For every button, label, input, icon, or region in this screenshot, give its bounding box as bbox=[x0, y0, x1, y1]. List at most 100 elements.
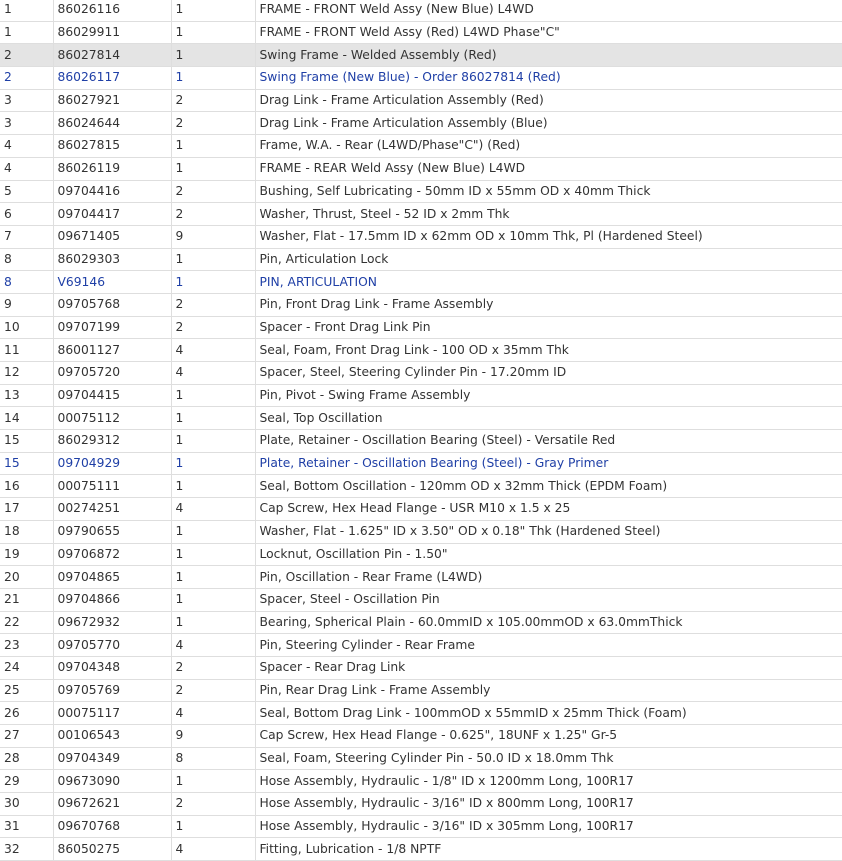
table-row[interactable]: 8 86029303 1 Pin, Articulation Lock bbox=[0, 248, 842, 272]
description-cell: Fitting, Lubrication - 1/8 NPTF bbox=[255, 837, 842, 861]
part-number-cell: 09704866 bbox=[53, 588, 172, 612]
description-cell: Spacer - Rear Drag Link bbox=[255, 656, 842, 680]
ref-cell: 25 bbox=[0, 679, 54, 703]
part-number-cell: 09672621 bbox=[53, 792, 172, 816]
table-row[interactable]: 4 86026119 1 FRAME - REAR Weld Assy (New Bl… bbox=[0, 157, 842, 181]
table-row[interactable]: 1 86026116 1 FRAME - FRONT Weld Assy (New B… bbox=[0, 0, 842, 22]
ref-cell: 2 bbox=[0, 43, 54, 68]
part-number-cell: 00106543 bbox=[53, 724, 172, 748]
table-row[interactable]: 14 00075112 1 Seal, Top Oscillation bbox=[0, 406, 842, 431]
table-row[interactable]: 32 86050275 4 Fitting, Lubrication - 1/8 NP… bbox=[0, 837, 842, 861]
description-cell: Seal, Top Oscillation bbox=[255, 406, 842, 431]
part-number-cell: 86026119 bbox=[53, 157, 172, 181]
description-cell: Pin, Steering Cylinder - Rear Frame bbox=[255, 633, 842, 657]
table-row[interactable]: 17 00274251 4 Cap Screw, Hex Head Flange - … bbox=[0, 497, 842, 521]
description-cell: Pin, Articulation Lock bbox=[255, 248, 842, 272]
part-number-cell: 86026117 bbox=[53, 66, 172, 90]
part-number-cell: 09706872 bbox=[53, 543, 172, 567]
ref-cell: 3 bbox=[0, 89, 54, 113]
table-row[interactable]: 23 09705770 4 Pin, Steering Cylinder - Rear… bbox=[0, 633, 842, 657]
description-cell: Bearing, Spherical Plain - 60.0mmID x 10… bbox=[255, 611, 842, 635]
qty-cell: 2 bbox=[171, 111, 256, 136]
table-row[interactable]: 22 09672932 1 Bearing, Spherical Plain - 60… bbox=[0, 611, 842, 635]
description-cell: Swing Frame - Welded Assembly (Red) bbox=[255, 43, 842, 68]
ref-cell: 4 bbox=[0, 134, 54, 158]
table-row[interactable]: 9 09705768 2 Pin, Front Drag Link - Frame A… bbox=[0, 293, 842, 317]
part-number-cell: 09705769 bbox=[53, 679, 172, 703]
table-row[interactable]: 16 00075111 1 Seal, Bottom Oscillation - 12… bbox=[0, 474, 842, 499]
part-number-cell: 86027815 bbox=[53, 134, 172, 158]
qty-cell: 1 bbox=[171, 134, 256, 158]
qty-cell: 2 bbox=[171, 316, 256, 340]
description-cell: Spacer, Steel - Oscillation Pin bbox=[255, 588, 842, 612]
ref-cell: 27 bbox=[0, 724, 54, 748]
part-number-cell: 09704865 bbox=[53, 565, 172, 589]
table-row[interactable]: 11 86001127 4 Seal, Foam, Front Drag Link -… bbox=[0, 338, 842, 362]
part-number-cell: 00274251 bbox=[53, 497, 172, 521]
part-number-cell: 86027921 bbox=[53, 89, 172, 113]
description-cell: Seal, Foam, Front Drag Link - 100 OD x 3… bbox=[255, 338, 842, 362]
table-row[interactable]: 20 09704865 1 Pin, Oscillation - Rear Frame… bbox=[0, 565, 842, 589]
qty-cell: 1 bbox=[171, 815, 256, 839]
description-cell: Pin, Oscillation - Rear Frame (L4WD) bbox=[255, 565, 842, 589]
ref-cell: 12 bbox=[0, 361, 54, 385]
ref-cell: 7 bbox=[0, 225, 54, 249]
qty-cell: 1 bbox=[171, 611, 256, 635]
ref-cell: 8 bbox=[0, 248, 54, 272]
ref-cell: 3 bbox=[0, 111, 54, 136]
table-row-link[interactable]: 15 09704929 1 Plate, Retainer - Oscillation… bbox=[0, 452, 842, 476]
description-cell: Plate, Retainer - Oscillation Bearing (S… bbox=[255, 452, 842, 476]
table-row[interactable]: 25 09705769 2 Pin, Rear Drag Link - Frame A… bbox=[0, 679, 842, 703]
table-row[interactable]: 21 09704866 1 Spacer, Steel - Oscillation P… bbox=[0, 588, 842, 612]
table-row[interactable]: 27 00106543 9 Cap Screw, Hex Head Flange - … bbox=[0, 724, 842, 748]
table-row[interactable]: 28 09704349 8 Seal, Foam, Steering Cylinder… bbox=[0, 747, 842, 771]
description-cell: Washer, Flat - 1.625" ID x 3.50" OD x 0.… bbox=[255, 520, 842, 544]
part-number-cell: 09705770 bbox=[53, 633, 172, 657]
qty-cell: 1 bbox=[171, 543, 256, 567]
table-row[interactable]: 10 09707199 2 Spacer - Front Drag Link Pin bbox=[0, 316, 842, 340]
description-cell: Frame, W.A. - Rear (L4WD/Phase"C") (Red) bbox=[255, 134, 842, 158]
ref-cell: 8 bbox=[0, 270, 54, 294]
ref-cell: 30 bbox=[0, 792, 54, 816]
qty-cell: 1 bbox=[171, 406, 256, 431]
qty-cell: 1 bbox=[171, 588, 256, 612]
table-row[interactable]: 3 86024644 2 Drag Link - Frame Articulation… bbox=[0, 111, 842, 136]
table-row[interactable]: 18 09790655 1 Washer, Flat - 1.625" ID x 3.… bbox=[0, 520, 842, 544]
description-cell: Bushing, Self Lubricating - 50mm ID x 55… bbox=[255, 180, 842, 204]
table-row[interactable]: 29 09673090 1 Hose Assembly, Hydraulic - 1/… bbox=[0, 769, 842, 794]
ref-cell: 19 bbox=[0, 543, 54, 567]
table-row[interactable]: 5 09704416 2 Bushing, Self Lubricating - 50… bbox=[0, 180, 842, 204]
qty-cell: 2 bbox=[171, 293, 256, 317]
description-cell: FRAME - REAR Weld Assy (New Blue) L4WD bbox=[255, 157, 842, 181]
ref-cell: 1 bbox=[0, 0, 54, 22]
table-row-link[interactable]: 8 V69146 1 PIN, ARTICULATION bbox=[0, 270, 842, 294]
table-row[interactable]: 26 00075117 4 Seal, Bottom Drag Link - 100m… bbox=[0, 701, 842, 725]
part-number-cell: 86029312 bbox=[53, 429, 172, 453]
table-row[interactable]: 1 86029911 1 FRAME - FRONT Weld Assy (Red) … bbox=[0, 21, 842, 45]
description-cell: Hose Assembly, Hydraulic - 3/16" ID x 30… bbox=[255, 815, 842, 839]
table-row[interactable]: 24 09704348 2 Spacer - Rear Drag Link bbox=[0, 656, 842, 680]
description-cell: Pin, Pivot - Swing Frame Assembly bbox=[255, 384, 842, 408]
table-row[interactable]: 4 86027815 1 Frame, W.A. - Rear (L4WD/Phase… bbox=[0, 134, 842, 158]
part-number-cell: 09704929 bbox=[53, 452, 172, 476]
part-number-cell: 00075111 bbox=[53, 474, 172, 499]
table-row[interactable]: 30 09672621 2 Hose Assembly, Hydraulic - 3/… bbox=[0, 792, 842, 816]
table-row[interactable]: 12 09705720 4 Spacer, Steel, Steering Cylin… bbox=[0, 361, 842, 385]
table-row[interactable]: 15 86029312 1 Plate, Retainer - Oscillation… bbox=[0, 429, 842, 453]
table-row[interactable]: 6 09704417 2 Washer, Thrust, Steel - 52 ID … bbox=[0, 202, 842, 226]
qty-cell: 1 bbox=[171, 565, 256, 589]
qty-cell: 1 bbox=[171, 270, 256, 294]
part-number-cell: 86024644 bbox=[53, 111, 172, 136]
ref-cell: 32 bbox=[0, 837, 54, 861]
table-row[interactable]: 19 09706872 1 Locknut, Oscillation Pin - 1.… bbox=[0, 543, 842, 567]
table-row[interactable]: 3 86027921 2 Drag Link - Frame Articulation… bbox=[0, 89, 842, 113]
table-row[interactable]: 31 09670768 1 Hose Assembly, Hydraulic - 3/… bbox=[0, 815, 842, 839]
table-row-link[interactable]: 2 86026117 1 Swing Frame (New Blue) - Order… bbox=[0, 66, 842, 90]
table-row[interactable]: 13 09704415 1 Pin, Pivot - Swing Frame Asse… bbox=[0, 384, 842, 408]
description-cell: Pin, Front Drag Link - Frame Assembly bbox=[255, 293, 842, 317]
ref-cell: 1 bbox=[0, 21, 54, 45]
table-row-highlighted[interactable]: 2 86027814 1 Swing Frame - Welded Assembly … bbox=[0, 43, 842, 68]
part-number-cell: 09704416 bbox=[53, 180, 172, 204]
ref-cell: 21 bbox=[0, 588, 54, 612]
table-row[interactable]: 7 09671405 9 Washer, Flat - 17.5mm ID x 62m… bbox=[0, 225, 842, 249]
